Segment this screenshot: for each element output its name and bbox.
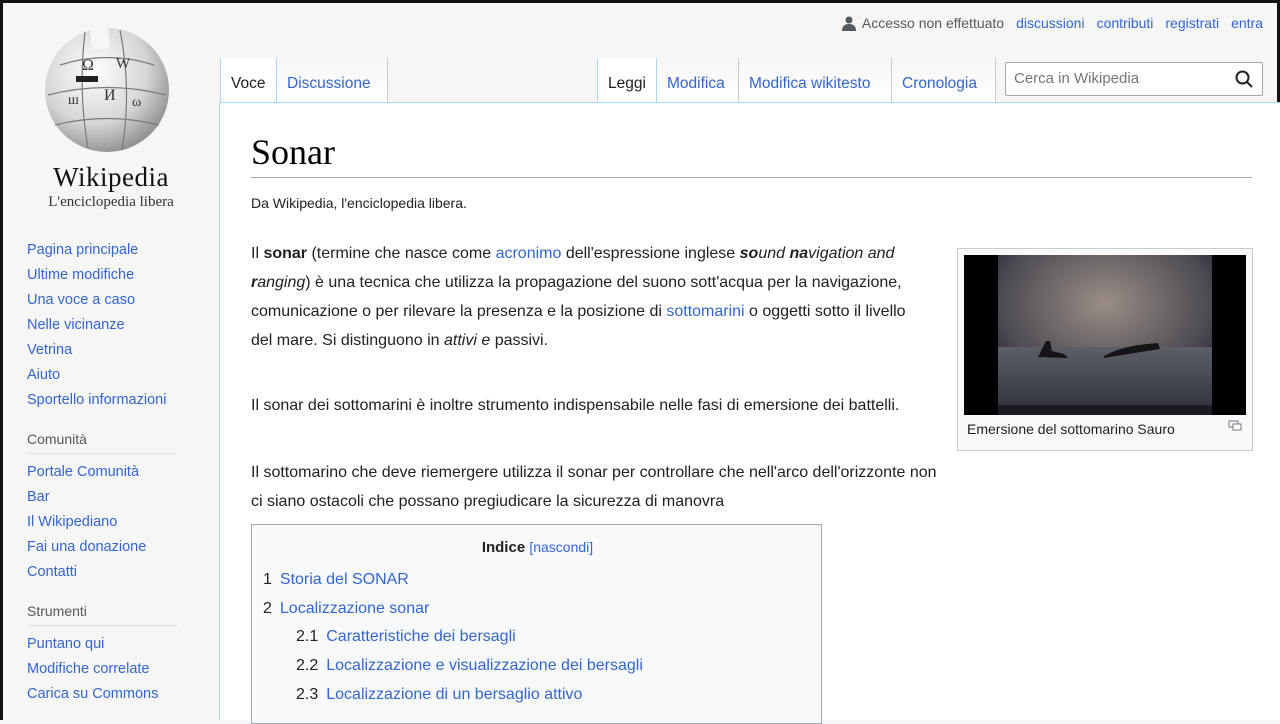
sidebar-item-nearby[interactable]: Nelle vicinanze	[27, 315, 212, 340]
tab-edit-source-label: Modifica wikitesto	[749, 75, 871, 92]
tab-edit-source[interactable]: Modifica wikitesto	[739, 58, 892, 102]
site-subtitle: Da Wikipedia, l'enciclopedia libera.	[251, 195, 467, 211]
sidebar: Pagina principale Ultime modifiche Una v…	[27, 240, 212, 709]
sidebar-item-related-changes[interactable]: Modifiche correlate	[27, 659, 212, 684]
logo-tagline: L'enciclopedia libera	[48, 194, 174, 210]
sidebar-item-donate[interactable]: Fai una donazione	[27, 537, 212, 562]
personal-tools: Accesso non effettuato discussioni contr…	[841, 15, 1263, 31]
svg-text:И: И	[104, 87, 116, 104]
tab-read-label: Leggi	[608, 75, 646, 92]
sidebar-item-info-desk[interactable]: Sportello informazioni	[27, 390, 212, 415]
tab-history-label: Cronologia	[902, 75, 977, 92]
svg-text:ш: ш	[68, 93, 79, 108]
page-title: Sonar	[251, 131, 1252, 178]
search-input[interactable]	[1006, 63, 1242, 93]
toc-toggle-link[interactable]: [nascondi]	[529, 539, 593, 555]
sidebar-item-help[interactable]: Aiuto	[27, 365, 212, 390]
window-frame-top	[0, 0, 1280, 3]
tab-edit[interactable]: Modifica	[657, 58, 739, 102]
svg-text:Ω: Ω	[82, 57, 94, 74]
link-acronimo[interactable]: acronimo	[496, 245, 562, 262]
toc-item[interactable]: 2.3 Localizzazione di un bersaglio attivo	[296, 686, 582, 704]
sidebar-item-wikipediano[interactable]: Il Wikipediano	[27, 512, 212, 537]
sidebar-item-random[interactable]: Una voce a caso	[27, 290, 212, 315]
tab-article[interactable]: Voce	[220, 58, 277, 102]
thumbnail-figure: Emersione del sottomarino Sauro	[957, 248, 1253, 451]
sidebar-tools: Puntano qui Modifiche correlate Carica s…	[27, 634, 212, 709]
tab-read[interactable]: Leggi	[597, 58, 657, 102]
toc-title: Indice	[481, 539, 526, 556]
anon-user-status: Accesso non effettuato	[841, 15, 1005, 31]
toc-header: Indice [nascondi]	[252, 539, 823, 556]
toc-item[interactable]: 2 Localizzazione sonar	[263, 600, 429, 618]
thumbnail-caption: Emersione del sottomarino Sauro	[967, 421, 1175, 437]
paragraph-2: Il sonar dei sottomarini è inoltre strum…	[251, 397, 900, 414]
puzzle-globe-icon: Ω W И ш ω	[45, 26, 169, 152]
article-content: Sonar Da Wikipedia, l'enciclopedia liber…	[219, 102, 1280, 724]
contributions-link[interactable]: contributi	[1097, 15, 1154, 31]
link-sottomarini[interactable]: sottomarini	[666, 303, 744, 320]
search-box	[1005, 62, 1263, 96]
search-icon[interactable]	[1235, 70, 1253, 88]
sidebar-item-upload-commons[interactable]: Carica su Commons	[27, 684, 212, 709]
enlarge-icon[interactable]	[1228, 420, 1242, 431]
community-heading: Comunità	[27, 431, 177, 454]
anon-label: Accesso non effettuato	[861, 15, 1005, 31]
svg-text:W: W	[116, 56, 131, 72]
tab-discussion-label: Discussione	[287, 75, 371, 92]
tab-history[interactable]: Cronologia	[892, 58, 996, 102]
create-account-link[interactable]: registrati	[1165, 15, 1219, 31]
user-icon	[841, 16, 856, 31]
sidebar-item-recent-changes[interactable]: Ultime modifiche	[27, 265, 212, 290]
svg-text:ω: ω	[132, 95, 141, 110]
sidebar-item-community-portal[interactable]: Portale Comunità	[27, 462, 212, 487]
sidebar-item-featured[interactable]: Vetrina	[27, 340, 212, 365]
login-link[interactable]: entra	[1231, 15, 1263, 31]
toc-item[interactable]: 2.2 Localizzazione e visualizzazione dei …	[296, 657, 643, 675]
sidebar-item-bar[interactable]: Bar	[27, 487, 212, 512]
sidebar-item-main-page[interactable]: Pagina principale	[27, 240, 212, 265]
sidebar-item-contacts[interactable]: Contatti	[27, 562, 212, 587]
toc-item[interactable]: 2.1 Caratteristiche dei bersagli	[296, 628, 516, 646]
paragraph-3: Il sottomarino che deve riemergere utili…	[251, 464, 937, 510]
sidebar-community: Portale Comunità Bar Il Wikipediano Fai …	[27, 462, 212, 587]
tools-heading: Strumenti	[27, 603, 177, 626]
toc-item[interactable]: 1 Storia del SONAR	[263, 571, 409, 589]
tab-edit-label: Modifica	[667, 75, 725, 92]
wikipedia-logo[interactable]: Ω W И ш ω Wikipedia L'enciclopedia liber…	[22, 14, 192, 210]
tab-discussion[interactable]: Discussione	[277, 58, 388, 102]
tab-article-label: Voce	[231, 75, 266, 92]
submarine-image[interactable]	[964, 255, 1246, 415]
sidebar-navigation: Pagina principale Ultime modifiche Una v…	[27, 240, 212, 415]
sidebar-item-what-links-here[interactable]: Puntano qui	[27, 634, 212, 659]
wikipedia-wordmark: Wikipedia	[53, 162, 169, 192]
intro-paragraph: Il sonar (termine che nasce come acronim…	[251, 245, 906, 349]
talk-link[interactable]: discussioni	[1016, 15, 1084, 31]
window-frame-left	[0, 0, 3, 720]
table-of-contents: Indice [nascondi] 1 Storia del SONAR 2 Loc…	[251, 524, 822, 724]
